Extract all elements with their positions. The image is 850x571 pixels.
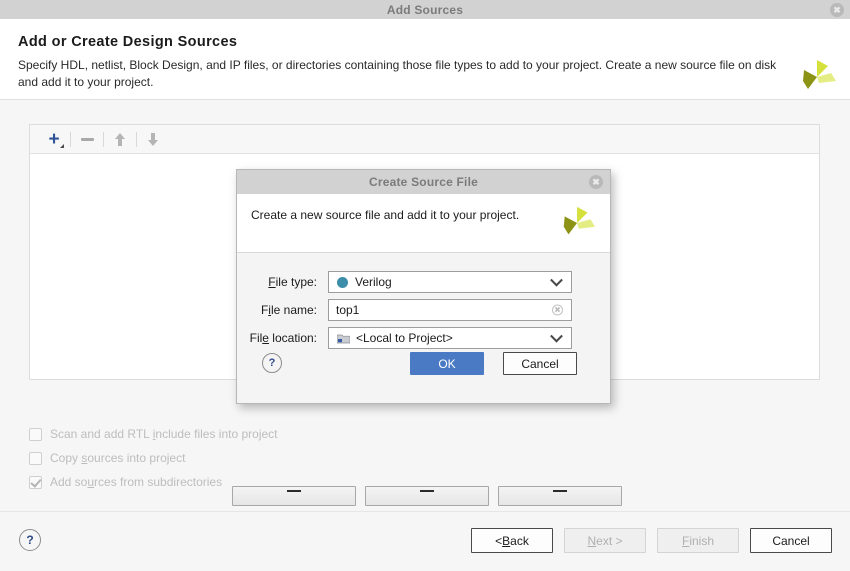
next-button: Next > (564, 528, 646, 553)
file-location-select[interactable]: <Local to Project> (328, 327, 572, 349)
clear-icon[interactable]: ✖ (552, 304, 563, 316)
help-button[interactable]: ? (19, 529, 41, 551)
file-name-label: File name: (260, 303, 317, 317)
dialog-description: Create a new source file and add it to y… (251, 208, 520, 222)
sources-toolbar: + (30, 125, 819, 154)
option-label: Add sources from subdirectories (50, 475, 223, 489)
dialog-actions: ? OK Cancel (237, 352, 610, 384)
dialog-header: Create a new source file and add it to y… (237, 194, 610, 253)
file-type-dot-icon (337, 276, 348, 288)
xilinx-logo (563, 206, 596, 235)
add-sources-window: Add Sources ✖ Add or Create Design Sourc… (0, 0, 850, 571)
ok-button[interactable]: OK (410, 352, 484, 375)
file-name-field[interactable]: top1 ✖ (328, 299, 572, 321)
option-scan-rtl-include[interactable]: Scan and add RTL include files into proj… (29, 422, 278, 446)
obscured-buttons (232, 486, 622, 506)
option-label: Scan and add RTL include files into proj… (50, 427, 278, 441)
toolbar-divider (103, 131, 104, 147)
file-type-value: Verilog (355, 275, 392, 289)
folder-icon (337, 334, 350, 343)
dialog-form: File type: Verilog File name: top1 ✖ Fil… (237, 253, 610, 349)
move-up-button[interactable] (106, 127, 134, 151)
toolbar-divider (70, 131, 71, 147)
checkbox-copy-sources[interactable] (29, 451, 42, 465)
obscured-button[interactable] (498, 486, 622, 506)
page-title: Add or Create Design Sources (18, 34, 238, 50)
banner: Add or Create Design Sources Specify HDL… (0, 19, 850, 100)
add-sources-button[interactable]: + (40, 127, 68, 151)
dialog-titlebar: Create Source File ✖ (237, 170, 610, 194)
field-row-file-name: File name: top1 ✖ (237, 299, 610, 321)
remove-sources-button[interactable] (73, 127, 101, 151)
file-location-value: <Local to Project> (356, 331, 453, 345)
minus-icon (80, 137, 94, 141)
wizard-buttons: < Back Next > Finish Cancel (471, 528, 832, 553)
file-type-label: File type: (268, 275, 317, 289)
dialog-cancel-button[interactable]: Cancel (503, 352, 577, 375)
back-button[interactable]: < Back (471, 528, 553, 553)
field-row-file-type: File type: Verilog (237, 271, 610, 293)
toolbar-divider (136, 131, 137, 147)
cancel-button[interactable]: Cancel (750, 528, 832, 553)
dialog-help-button[interactable]: ? (262, 353, 282, 373)
close-icon[interactable]: ✖ (589, 175, 603, 189)
chevron-down-icon (550, 273, 563, 287)
field-row-file-location: File location: <Local to Project> (237, 327, 610, 349)
arrow-up-icon (115, 132, 125, 146)
option-add-subdirectories[interactable]: Add sources from subdirectories (29, 470, 278, 494)
arrow-down-icon (148, 132, 158, 146)
dialog-title: Create Source File (369, 175, 478, 189)
obscured-button[interactable] (365, 486, 489, 506)
chevron-down-icon (550, 329, 563, 343)
checkbox-scan-rtl-include[interactable] (29, 427, 42, 441)
plus-icon: + (48, 128, 60, 150)
file-location-label: File location: (249, 331, 317, 345)
options-group: Scan and add RTL include files into proj… (29, 422, 278, 494)
window-titlebar: Add Sources ✖ (0, 0, 850, 19)
create-source-file-dialog: Create Source File ✖ Create a new source… (236, 169, 611, 404)
finish-button: Finish (657, 528, 739, 553)
option-label: Copy sources into project (50, 451, 186, 465)
page-description: Specify HDL, netlist, Block Design, and … (18, 58, 777, 90)
file-name-value: top1 (336, 303, 360, 317)
file-type-select[interactable]: Verilog (328, 271, 572, 293)
xilinx-logo (803, 60, 836, 89)
close-icon[interactable]: ✖ (830, 3, 844, 17)
checkbox-add-subdirectories[interactable] (29, 475, 42, 489)
option-copy-sources[interactable]: Copy sources into project (29, 446, 278, 470)
window-title: Add Sources (386, 2, 464, 17)
move-down-button[interactable] (139, 127, 167, 151)
